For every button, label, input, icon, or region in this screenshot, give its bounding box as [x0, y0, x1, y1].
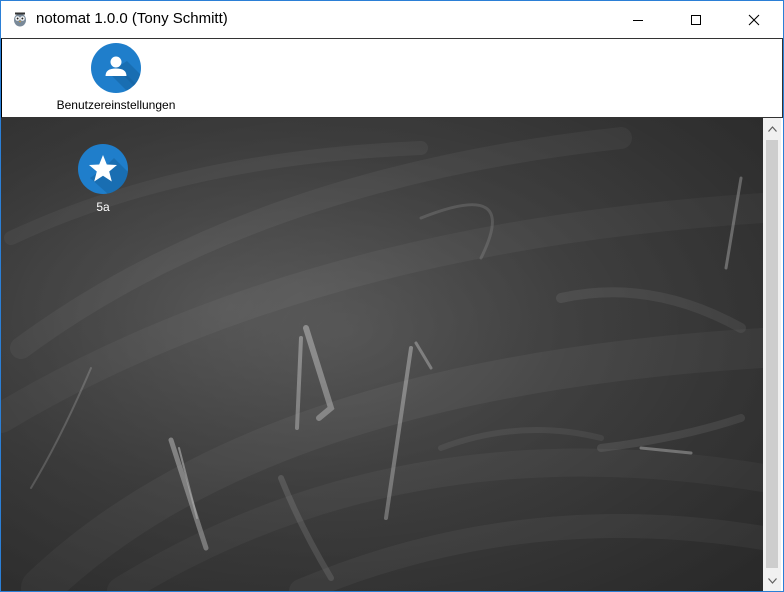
- maximize-button[interactable]: [667, 1, 725, 38]
- minimize-button[interactable]: [609, 1, 667, 38]
- scroll-up-button[interactable]: [763, 120, 781, 137]
- scroll-down-button[interactable]: [763, 572, 781, 589]
- class-tile[interactable]: 5a: [75, 144, 131, 214]
- user-settings-label: Benutzereinstellungen: [56, 98, 176, 112]
- title-bar[interactable]: notomat 1.0.0 (Tony Schmitt): [1, 1, 783, 38]
- vertical-scrollbar[interactable]: [763, 118, 781, 591]
- close-icon: [748, 14, 760, 25]
- user-settings-button[interactable]: Benutzereinstellungen: [50, 43, 182, 115]
- chevron-down-icon: [767, 577, 777, 584]
- toolbar: Benutzereinstellungen: [1, 38, 783, 118]
- window-title: notomat 1.0.0 (Tony Schmitt): [36, 10, 228, 27]
- star-icon: [78, 144, 128, 194]
- owl-app-icon: [12, 11, 28, 27]
- user-icon: [91, 43, 141, 93]
- class-label: 5a: [96, 200, 110, 214]
- app-window: notomat 1.0.0 (Tony Schmitt) Benutzerein…: [0, 0, 784, 592]
- maximize-icon: [691, 14, 701, 25]
- close-button[interactable]: [725, 1, 783, 38]
- chalkboard-area: 5a: [1, 118, 763, 591]
- scroll-thumb[interactable]: [766, 140, 778, 568]
- minimize-icon: [633, 19, 643, 21]
- chevron-up-icon: [767, 125, 777, 132]
